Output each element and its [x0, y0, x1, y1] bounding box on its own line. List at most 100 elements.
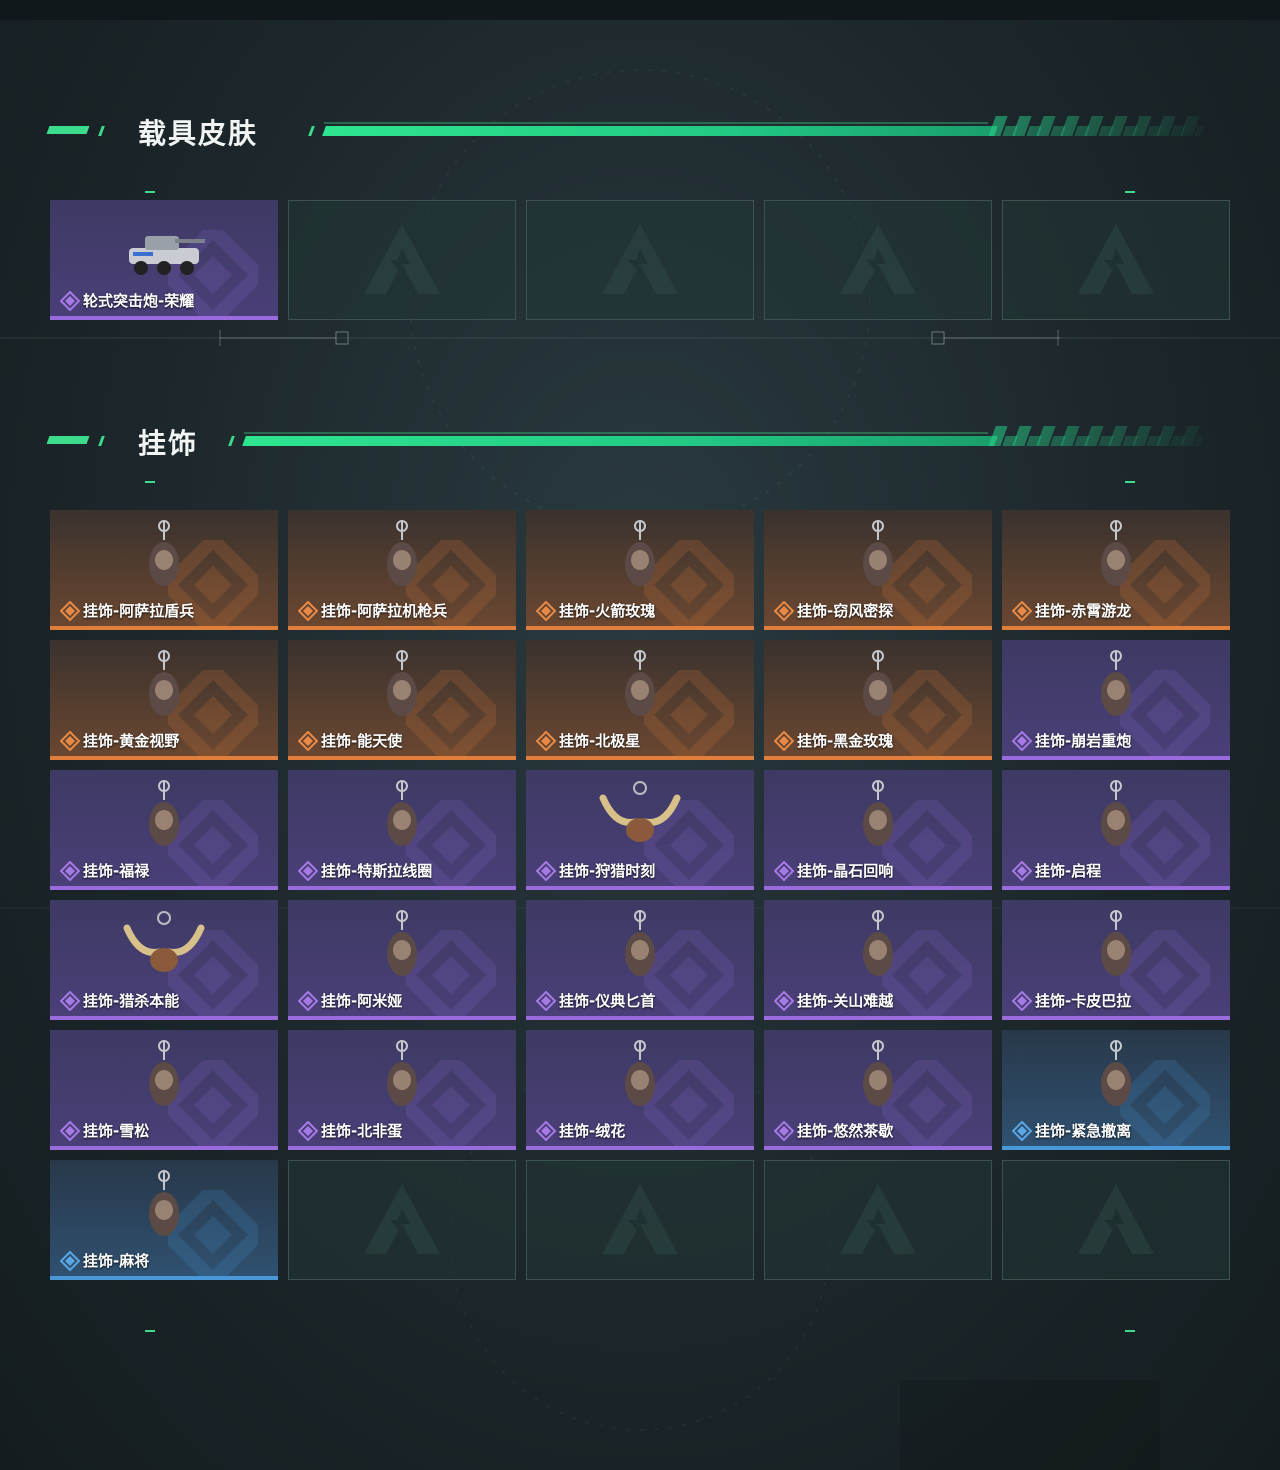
gourd-charm-icon: [149, 780, 179, 846]
item-name: 挂饰-黑金玫瑰: [797, 732, 894, 750]
header-thin-line: [324, 122, 988, 124]
item-label-row: 挂饰-北极星: [536, 730, 640, 751]
header-accent-mark: [46, 126, 90, 134]
item-card[interactable]: 挂饰-狩猎时刻: [526, 770, 754, 890]
rarity-diamond-icon: [60, 990, 80, 1011]
item-card[interactable]: 挂饰-绒花: [526, 1030, 754, 1150]
gunner-charm-icon: [387, 520, 417, 586]
item-name: 挂饰-雪松: [83, 1122, 150, 1140]
shakshuka-charm-icon: [387, 1040, 417, 1106]
rarity-diamond-icon: [536, 1120, 556, 1141]
header-accent-tick: [98, 126, 105, 136]
corner-dash: [1125, 191, 1135, 193]
item-name: 挂饰-窃风密探: [797, 602, 894, 620]
medallion-charm-icon: [1101, 780, 1131, 846]
item-name: 挂饰-绒花: [559, 1122, 626, 1140]
item-label-row: 挂饰-晶石回响: [774, 860, 893, 881]
item-name: 挂饰-悠然茶歇: [797, 1122, 894, 1140]
item-card[interactable]: 挂饰-窃风密探: [764, 510, 992, 630]
item-card[interactable]: 挂饰-黄金视野: [50, 640, 278, 760]
item-card[interactable]: 挂饰-仪典匕首: [526, 900, 754, 1020]
item-card[interactable]: 挂饰-雪松: [50, 1030, 278, 1150]
item-card[interactable]: 挂饰-卡皮巴拉: [1002, 900, 1230, 1020]
item-label-row: 挂饰-阿米娅: [298, 990, 402, 1011]
item-name: 挂饰-北极星: [559, 732, 641, 750]
item-label-row: 挂饰-特斯拉线圈: [298, 860, 432, 881]
cupcake-charm-icon: [863, 1040, 893, 1106]
item-card[interactable]: 挂饰-特斯拉线圈: [288, 770, 516, 890]
rarity-diamond-icon: [1012, 860, 1032, 881]
rarity-diamond-icon: [774, 860, 794, 881]
item-card[interactable]: 挂饰-晶石回响: [764, 770, 992, 890]
rarity-diamond-icon: [536, 600, 556, 621]
item-name: 挂饰-福禄: [83, 862, 150, 880]
section-title: 载具皮肤: [138, 117, 259, 150]
item-card[interactable]: 挂饰-关山难越: [764, 900, 992, 1020]
corner-dash: [145, 1330, 155, 1332]
item-name: 挂饰-麻将: [83, 1252, 150, 1270]
item-name: 挂饰-黄金视野: [83, 732, 180, 750]
header-line-tick: [308, 126, 315, 136]
item-name: 挂饰-阿萨拉盾兵: [83, 602, 195, 620]
item-name: 挂饰-赤霄游龙: [1035, 602, 1132, 620]
item-card[interactable]: 挂饰-悠然茶歇: [764, 1030, 992, 1150]
vehicle-skin-grid: 轮式突击炮-荣耀: [50, 200, 1230, 320]
item-label-row: 挂饰-麻将: [60, 1250, 149, 1271]
empty-slot: [288, 200, 516, 320]
item-name: 轮式突击炮-荣耀: [83, 292, 195, 310]
rarity-diamond-icon: [60, 290, 80, 311]
header-accent-mark: [46, 436, 90, 444]
item-label-row: 挂饰-狩猎时刻: [536, 860, 655, 881]
item-card[interactable]: 挂饰-福禄: [50, 770, 278, 890]
item-label-row: 挂饰-窃风密探: [774, 600, 893, 621]
item-label-row: 挂饰-猎杀本能: [60, 990, 179, 1011]
empty-slot-logo-icon: [602, 224, 678, 294]
item-card[interactable]: 挂饰-阿萨拉机枪兵: [288, 510, 516, 630]
empty-slot-logo-icon: [602, 1184, 678, 1254]
rarity-diamond-icon: [1012, 1120, 1032, 1141]
item-card[interactable]: 挂饰-北非蛋: [288, 1030, 516, 1150]
top-strip: [0, 0, 1280, 20]
mahjong-charm-icon: [149, 1170, 179, 1236]
item-card[interactable]: 挂饰-北极星: [526, 640, 754, 760]
rocket-rose-charm-icon: [625, 520, 655, 586]
item-card[interactable]: 挂饰-阿米娅: [288, 900, 516, 1020]
item-card[interactable]: 挂饰-阿萨拉盾兵: [50, 510, 278, 630]
shield-soldier-charm-icon: [149, 520, 179, 586]
item-label-row: 挂饰-火箭玫瑰: [536, 600, 655, 621]
exusiai-charm-icon: [387, 650, 417, 716]
item-label-row: 挂饰-悠然茶歇: [774, 1120, 893, 1141]
item-name: 挂饰-紧急撤离: [1035, 1122, 1132, 1140]
item-name: 挂饰-火箭玫瑰: [559, 602, 656, 620]
empty-slot: [526, 1160, 754, 1280]
item-card[interactable]: 挂饰-火箭玫瑰: [526, 510, 754, 630]
empty-slot-logo-icon: [364, 224, 440, 294]
item-name: 挂饰-能天使: [321, 732, 403, 750]
rarity-diamond-icon: [60, 860, 80, 881]
rarity-diamond-icon: [298, 600, 318, 621]
crystal-charm-icon: [863, 780, 893, 846]
item-name: 挂饰-卡皮巴拉: [1035, 992, 1132, 1010]
item-label-row: 挂饰-赤霄游龙: [1012, 600, 1131, 621]
item-card[interactable]: 挂饰-启程: [1002, 770, 1230, 890]
item-card[interactable]: 轮式突击炮-荣耀: [50, 200, 278, 320]
item-card[interactable]: 挂饰-麻将: [50, 1160, 278, 1280]
item-card[interactable]: 挂饰-猎杀本能: [50, 900, 278, 1020]
item-name: 挂饰-仪典匕首: [559, 992, 656, 1010]
item-card[interactable]: 挂饰-黑金玫瑰: [764, 640, 992, 760]
empty-slot: [1002, 200, 1230, 320]
rarity-diamond-icon: [536, 990, 556, 1011]
rarity-diamond-icon: [298, 730, 318, 751]
antlers-charm-icon: [123, 911, 205, 972]
rarity-diamond-icon: [536, 860, 556, 881]
rarity-diamond-icon: [1012, 600, 1032, 621]
empty-slot: [288, 1160, 516, 1280]
item-card[interactable]: 挂饰-崩岩重炮: [1002, 640, 1230, 760]
item-card[interactable]: 挂饰-紧急撤离: [1002, 1030, 1230, 1150]
empty-slot-logo-icon: [364, 1184, 440, 1254]
wind-agent-charm-icon: [863, 520, 893, 586]
corner-dash: [1125, 481, 1135, 483]
item-card[interactable]: 挂饰-赤霄游龙: [1002, 510, 1230, 630]
item-card[interactable]: 挂饰-能天使: [288, 640, 516, 760]
antlers-charm-icon: [599, 781, 681, 842]
